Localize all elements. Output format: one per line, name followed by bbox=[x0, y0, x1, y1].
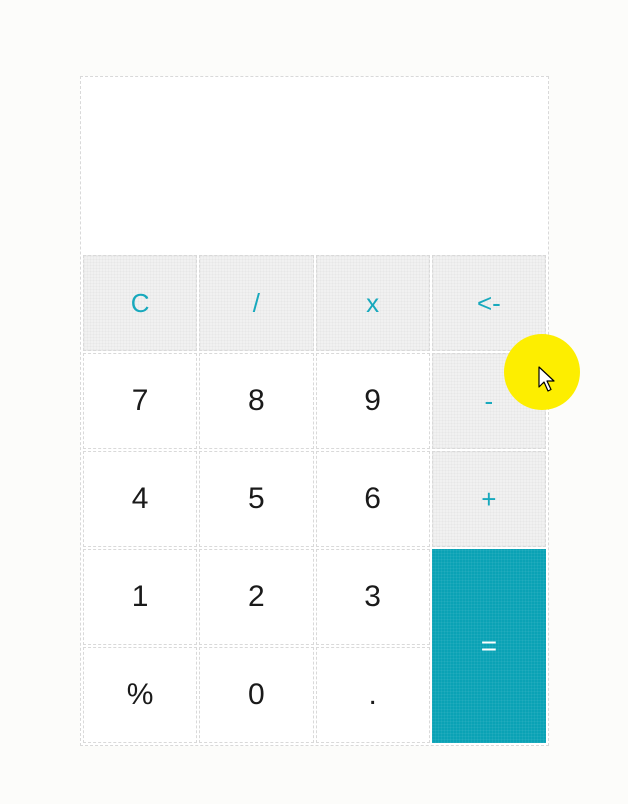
digit-3-button[interactable]: 3 bbox=[316, 549, 430, 645]
digit-9-button[interactable]: 9 bbox=[316, 353, 430, 449]
digit-1-button[interactable]: 1 bbox=[83, 549, 197, 645]
calculator: C / x <- 7 8 9 - 4 5 6 + 1 2 3 = % 0 . bbox=[80, 76, 549, 746]
clear-button[interactable]: C bbox=[83, 255, 197, 351]
percent-button[interactable]: % bbox=[83, 647, 197, 743]
equals-button[interactable]: = bbox=[432, 549, 546, 743]
multiply-button[interactable]: x bbox=[316, 255, 430, 351]
display bbox=[83, 79, 546, 255]
digit-6-button[interactable]: 6 bbox=[316, 451, 430, 547]
digit-5-button[interactable]: 5 bbox=[199, 451, 313, 547]
decimal-button[interactable]: . bbox=[316, 647, 430, 743]
keypad: C / x <- 7 8 9 - 4 5 6 + 1 2 3 = % 0 . bbox=[83, 255, 546, 743]
plus-button[interactable]: + bbox=[432, 451, 546, 547]
backspace-button[interactable]: <- bbox=[432, 255, 546, 351]
minus-button[interactable]: - bbox=[432, 353, 546, 449]
digit-8-button[interactable]: 8 bbox=[199, 353, 313, 449]
digit-4-button[interactable]: 4 bbox=[83, 451, 197, 547]
digit-0-button[interactable]: 0 bbox=[199, 647, 313, 743]
digit-7-button[interactable]: 7 bbox=[83, 353, 197, 449]
divide-button[interactable]: / bbox=[199, 255, 313, 351]
digit-2-button[interactable]: 2 bbox=[199, 549, 313, 645]
